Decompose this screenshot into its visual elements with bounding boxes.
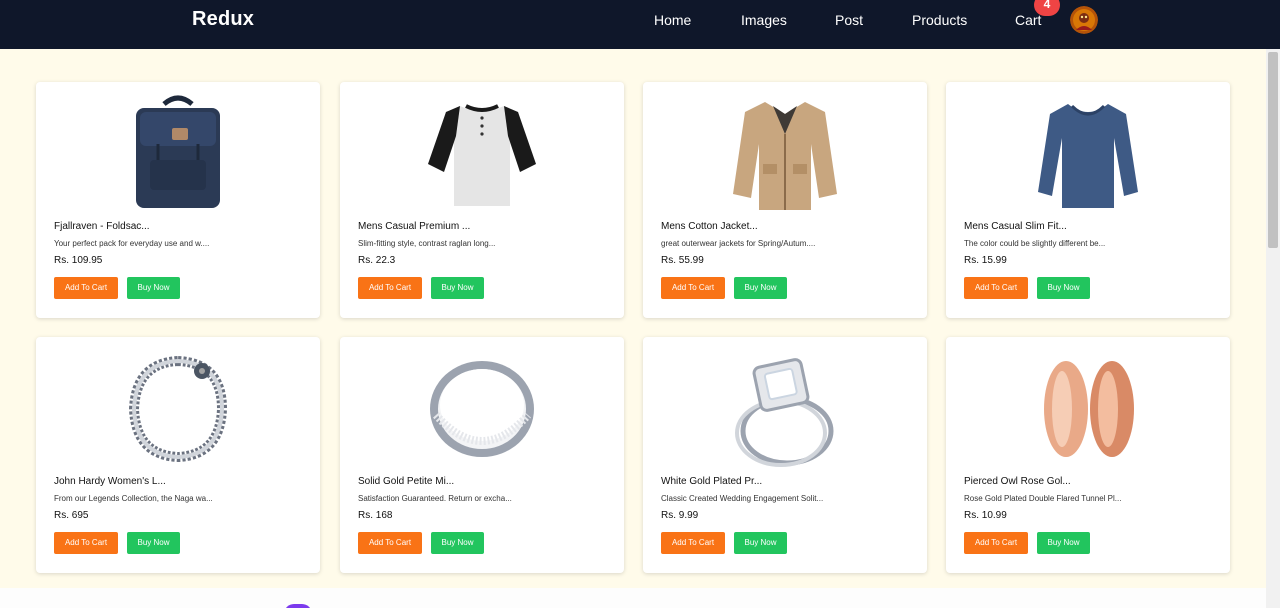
product-description: Satisfaction Guaranteed. Return or excha… bbox=[358, 494, 512, 503]
product-price: Rs. 15.99 bbox=[964, 255, 1007, 266]
product-title[interactable]: Mens Casual Slim Fit... bbox=[964, 221, 1067, 232]
product-card[interactable]: John Hardy Women's L... From our Legends… bbox=[36, 337, 320, 573]
vertical-scrollbar[interactable] bbox=[1266, 49, 1280, 608]
product-title[interactable]: Solid Gold Petite Mi... bbox=[358, 476, 454, 487]
diamond-ring-icon[interactable] bbox=[729, 349, 841, 469]
raglan-tshirt-icon[interactable] bbox=[426, 94, 538, 214]
navbar: Redux Home Images Post Products Cart 4 bbox=[0, 0, 1280, 49]
product-card[interactable]: Pierced Owl Rose Gol... Rose Gold Plated… bbox=[946, 337, 1230, 573]
add-to-cart-button[interactable]: Add To Cart bbox=[964, 532, 1028, 554]
add-to-cart-button[interactable]: Add To Cart bbox=[358, 277, 422, 299]
product-card[interactable]: White Gold Plated Pr... Classic Created … bbox=[643, 337, 927, 573]
footer bbox=[0, 588, 1266, 608]
buy-now-button[interactable]: Buy Now bbox=[1037, 277, 1090, 299]
add-to-cart-button[interactable]: Add To Cart bbox=[661, 277, 725, 299]
product-description: The color could be slightly different be… bbox=[964, 239, 1106, 248]
buy-now-button[interactable]: Buy Now bbox=[431, 277, 484, 299]
add-to-cart-button[interactable]: Add To Cart bbox=[661, 532, 725, 554]
nav-products-link[interactable]: Products bbox=[912, 12, 967, 28]
user-avatar[interactable] bbox=[1070, 6, 1098, 34]
product-price: Rs. 695 bbox=[54, 510, 89, 521]
product-description: Classic Created Wedding Engagement Solit… bbox=[661, 494, 824, 503]
nav-cart-link[interactable]: Cart bbox=[1015, 12, 1041, 28]
buy-now-button[interactable]: Buy Now bbox=[127, 532, 180, 554]
product-title[interactable]: White Gold Plated Pr... bbox=[661, 476, 762, 487]
product-card[interactable]: Mens Cotton Jacket... great outerwear ja… bbox=[643, 82, 927, 318]
product-description: Your perfect pack for everyday use and w… bbox=[54, 239, 210, 248]
product-card[interactable]: Mens Casual Premium ... Slim-fitting sty… bbox=[340, 82, 624, 318]
brand-logo[interactable]: Redux bbox=[192, 8, 254, 31]
product-price: Rs. 168 bbox=[358, 510, 393, 521]
product-title[interactable]: John Hardy Women's L... bbox=[54, 476, 166, 487]
product-price: Rs. 22.3 bbox=[358, 255, 396, 266]
product-title[interactable]: Mens Casual Premium ... bbox=[358, 221, 470, 232]
product-description: Rose Gold Plated Double Flared Tunnel Pl… bbox=[964, 494, 1122, 503]
product-card[interactable]: Solid Gold Petite Mi... Satisfaction Gua… bbox=[340, 337, 624, 573]
nav-home-link[interactable]: Home bbox=[654, 12, 691, 28]
silver-ring-icon[interactable] bbox=[426, 349, 538, 469]
cart-count-badge: 4 bbox=[1034, 0, 1060, 16]
buy-now-button[interactable]: Buy Now bbox=[431, 532, 484, 554]
product-title[interactable]: Pierced Owl Rose Gol... bbox=[964, 476, 1071, 487]
buy-now-button[interactable]: Buy Now bbox=[734, 277, 787, 299]
add-to-cart-button[interactable]: Add To Cart bbox=[54, 277, 118, 299]
scrollbar-thumb[interactable] bbox=[1268, 52, 1278, 248]
product-description: great outerwear jackets for Spring/Autum… bbox=[661, 239, 816, 248]
product-description: From our Legends Collection, the Naga wa… bbox=[54, 494, 213, 503]
add-to-cart-button[interactable]: Add To Cart bbox=[54, 532, 118, 554]
product-price: Rs. 9.99 bbox=[661, 510, 699, 521]
chain-bracelet-icon[interactable] bbox=[122, 349, 234, 469]
buy-now-button[interactable]: Buy Now bbox=[1037, 532, 1090, 554]
product-card[interactable]: Mens Casual Slim Fit... The color could … bbox=[946, 82, 1230, 318]
product-grid-area: Fjallraven - Foldsac... Your perfect pac… bbox=[0, 49, 1266, 588]
add-to-cart-button[interactable]: Add To Cart bbox=[964, 277, 1028, 299]
nav-images-link[interactable]: Images bbox=[741, 12, 787, 28]
long-sleeve-shirt-icon[interactable] bbox=[1032, 94, 1144, 214]
avatar-icon bbox=[1070, 6, 1098, 34]
buy-now-button[interactable]: Buy Now bbox=[734, 532, 787, 554]
add-to-cart-button[interactable]: Add To Cart bbox=[358, 532, 422, 554]
product-title[interactable]: Mens Cotton Jacket... bbox=[661, 221, 758, 232]
jacket-icon[interactable] bbox=[729, 94, 841, 214]
nav-post-link[interactable]: Post bbox=[835, 12, 863, 28]
backpack-icon[interactable] bbox=[122, 94, 234, 214]
product-title[interactable]: Fjallraven - Foldsac... bbox=[54, 221, 150, 232]
buy-now-button[interactable]: Buy Now bbox=[127, 277, 180, 299]
product-description: Slim-fitting style, contrast raglan long… bbox=[358, 239, 496, 248]
product-price: Rs. 10.99 bbox=[964, 510, 1007, 521]
product-price: Rs. 109.95 bbox=[54, 255, 103, 266]
rose-gold-tunnel-icon[interactable] bbox=[1032, 349, 1144, 469]
product-card[interactable]: Fjallraven - Foldsac... Your perfect pac… bbox=[36, 82, 320, 318]
product-price: Rs. 55.99 bbox=[661, 255, 704, 266]
